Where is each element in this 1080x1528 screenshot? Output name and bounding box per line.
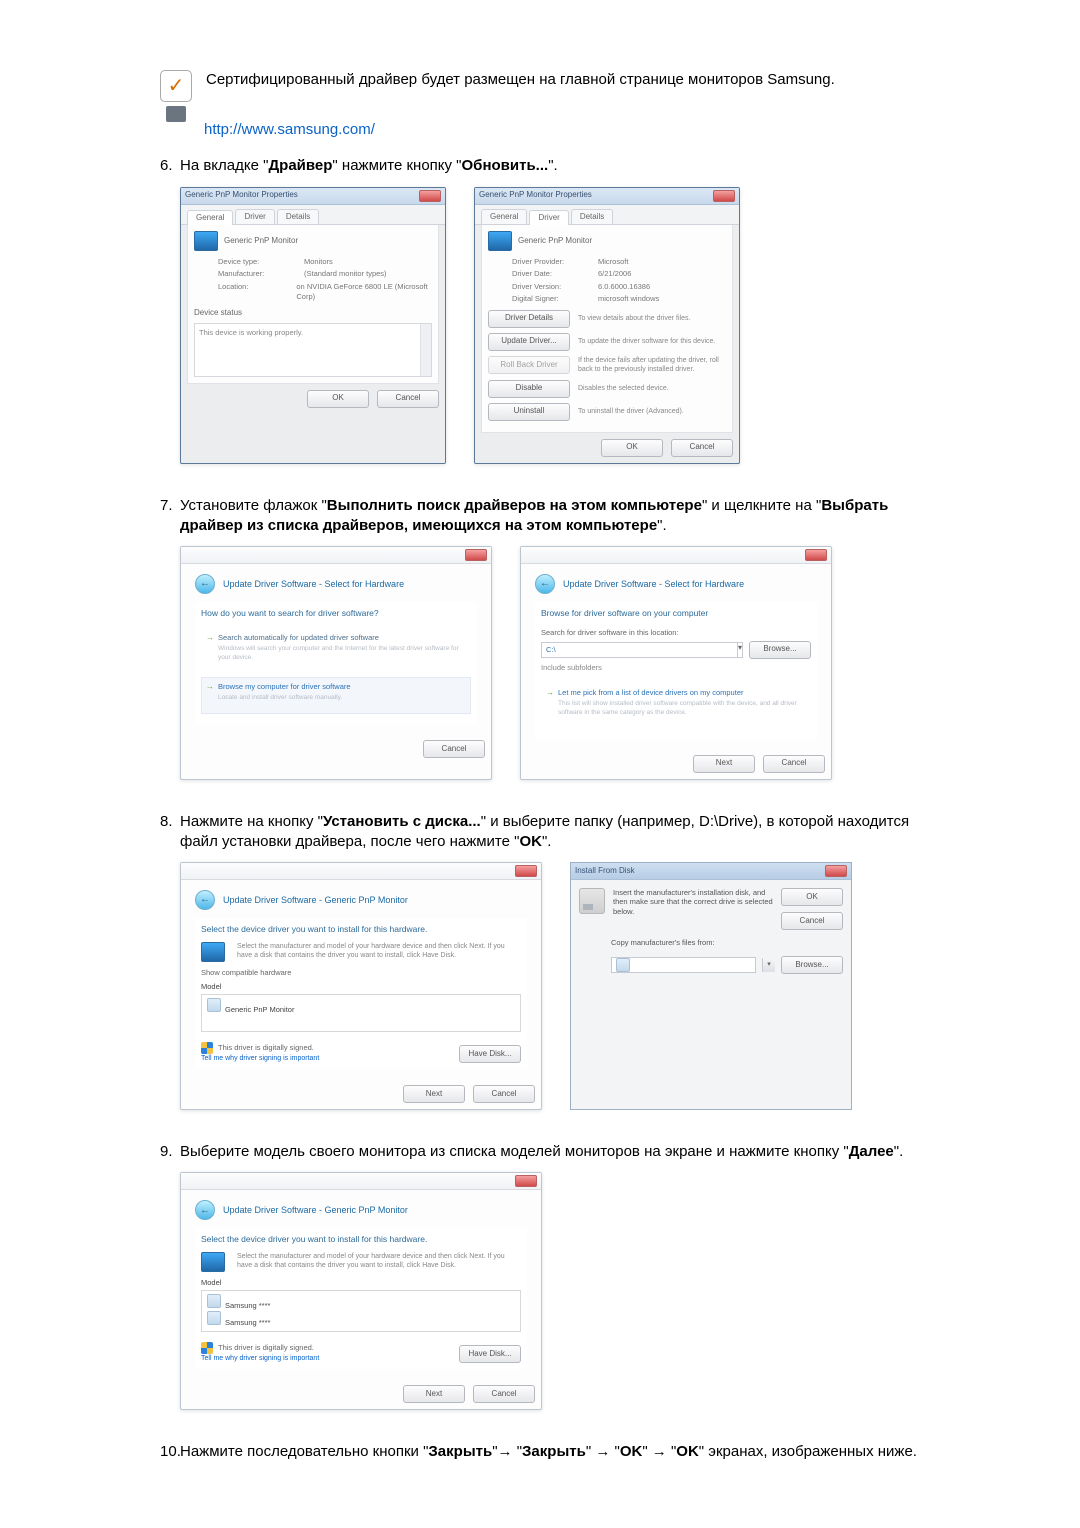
- dialog-title: Generic PnP Monitor Properties: [185, 190, 298, 201]
- have-disk-button[interactable]: Have Disk...: [459, 1045, 521, 1063]
- select-monitor-model-dialog: ← Update Driver Software - Generic PnP M…: [180, 1172, 542, 1410]
- close-icon[interactable]: [805, 549, 827, 561]
- back-icon[interactable]: ←: [535, 574, 555, 594]
- wizard-breadcrumb: Update Driver Software - Select for Hard…: [223, 578, 404, 590]
- close-icon[interactable]: [825, 865, 847, 877]
- samsung-url[interactable]: http://www.samsung.com/: [204, 121, 375, 138]
- disable-button[interactable]: Disable: [488, 380, 570, 398]
- dialog-title: Generic PnP Monitor Properties: [479, 190, 592, 201]
- close-icon[interactable]: [515, 1175, 537, 1187]
- monitor-properties-driver-dialog: Generic PnP Monitor Properties General D…: [474, 187, 740, 464]
- select-device-driver-dialog: ← Update Driver Software - Generic PnP M…: [180, 862, 542, 1110]
- cancel-button[interactable]: Cancel: [781, 912, 843, 930]
- model-list[interactable]: Samsung **** Samsung ****: [201, 1290, 521, 1332]
- device-heading: Generic PnP Monitor: [224, 236, 298, 247]
- step-8-text: Нажмите на кнопку "Установить с диска...…: [180, 812, 950, 853]
- wizard-heading: Select the device driver you want to ins…: [201, 924, 521, 935]
- tab-details[interactable]: Details: [571, 209, 613, 225]
- wizard-heading: How do you want to search for driver sof…: [201, 608, 471, 619]
- monitor-icon: [201, 1252, 225, 1272]
- cancel-button[interactable]: Cancel: [473, 1085, 535, 1103]
- close-icon[interactable]: [515, 865, 537, 877]
- step-10-text: Нажмите последовательно кнопки "Закрыть"…: [180, 1442, 950, 1462]
- have-disk-button[interactable]: Have Disk...: [459, 1345, 521, 1363]
- signing-info-link[interactable]: Tell me why driver signing is important: [201, 1055, 319, 1062]
- show-compatible-checkbox[interactable]: Show compatible hardware: [201, 968, 521, 978]
- pick-from-list-option[interactable]: Let me pick from a list of device driver…: [541, 683, 811, 729]
- dialog-title: Install From Disk: [575, 866, 635, 877]
- next-button[interactable]: Next: [403, 1085, 465, 1103]
- ok-button[interactable]: OK: [601, 439, 663, 457]
- step-6-text: На вкладке "Драйвер" нажмите кнопку "Обн…: [180, 156, 950, 176]
- monitor-icon: [194, 231, 218, 251]
- step-9-text: Выберите модель своего монитора из списк…: [180, 1142, 950, 1162]
- disk-icon: [579, 888, 605, 914]
- back-icon[interactable]: ←: [195, 890, 215, 910]
- wizard-breadcrumb: Update Driver Software - Generic PnP Mon…: [223, 1204, 408, 1216]
- driver-path-input[interactable]: C:\: [541, 642, 738, 658]
- tab-driver[interactable]: Driver: [529, 210, 568, 226]
- chevron-down-icon[interactable]: ▾: [762, 958, 775, 972]
- cancel-button[interactable]: Cancel: [763, 755, 825, 773]
- folder-icon: [616, 958, 630, 972]
- intro-text: Сертифицированный драйвер будет размещен…: [206, 70, 835, 90]
- monitor-icon: [207, 1294, 221, 1308]
- wizard-breadcrumb: Update Driver Software - Select for Hard…: [563, 578, 744, 590]
- step-7-text: Установите флажок "Выполнить поиск драйв…: [180, 496, 950, 537]
- monitor-icon: [488, 231, 512, 251]
- update-driver-search-dialog: ← Update Driver Software - Select for Ha…: [180, 546, 492, 779]
- tab-general[interactable]: General: [187, 210, 233, 226]
- driver-details-button[interactable]: Driver Details: [488, 310, 570, 328]
- ok-button[interactable]: OK: [781, 888, 843, 906]
- model-list[interactable]: Generic PnP Monitor: [201, 994, 521, 1032]
- monitor-icon: [201, 942, 225, 962]
- rollback-driver-button[interactable]: Roll Back Driver: [488, 356, 570, 374]
- scrollbar[interactable]: [420, 324, 431, 376]
- cancel-button[interactable]: Cancel: [377, 390, 439, 408]
- update-driver-browse-dialog: ← Update Driver Software - Select for Ha…: [520, 546, 832, 779]
- uninstall-button[interactable]: Uninstall: [488, 403, 570, 421]
- monitor-icon: [207, 998, 221, 1012]
- back-icon[interactable]: ←: [195, 574, 215, 594]
- next-button[interactable]: Next: [403, 1385, 465, 1403]
- computer-icon: [166, 106, 186, 122]
- next-button[interactable]: Next: [693, 755, 755, 773]
- browse-button[interactable]: Browse...: [781, 956, 843, 974]
- cancel-button[interactable]: Cancel: [473, 1385, 535, 1403]
- install-from-disk-dialog: Install From Disk Insert the manufacture…: [570, 862, 852, 1110]
- shield-icon: [201, 1042, 213, 1054]
- tab-driver[interactable]: Driver: [235, 209, 274, 225]
- close-icon[interactable]: [713, 190, 735, 202]
- device-heading: Generic PnP Monitor: [518, 236, 592, 247]
- certified-driver-icon: ✓: [160, 70, 196, 116]
- close-icon[interactable]: [419, 190, 441, 202]
- close-icon[interactable]: [465, 549, 487, 561]
- ok-button[interactable]: OK: [307, 390, 369, 408]
- back-icon[interactable]: ←: [195, 1200, 215, 1220]
- monitor-icon: [207, 1311, 221, 1325]
- device-status-box: This device is working properly.: [194, 323, 432, 377]
- include-subfolders-checkbox[interactable]: Include subfolders: [541, 663, 811, 673]
- wizard-heading: Browse for driver software on your compu…: [541, 608, 811, 619]
- search-auto-option[interactable]: Search automatically for updated driver …: [201, 628, 471, 674]
- signing-info-link[interactable]: Tell me why driver signing is important: [201, 1355, 319, 1362]
- monitor-properties-general-dialog: Generic PnP Monitor Properties General D…: [180, 187, 446, 464]
- device-status-label: Device status: [194, 308, 432, 319]
- chevron-down-icon[interactable]: ▾: [738, 642, 743, 658]
- wizard-heading: Select the device driver you want to ins…: [201, 1234, 521, 1245]
- shield-icon: [201, 1342, 213, 1354]
- browse-button[interactable]: Browse...: [749, 641, 811, 659]
- cancel-button[interactable]: Cancel: [671, 439, 733, 457]
- cancel-button[interactable]: Cancel: [423, 740, 485, 758]
- checkmark-icon: ✓: [160, 70, 192, 102]
- update-driver-button[interactable]: Update Driver...: [488, 333, 570, 351]
- tab-details[interactable]: Details: [277, 209, 319, 225]
- wizard-breadcrumb: Update Driver Software - Generic PnP Mon…: [223, 894, 408, 906]
- copy-from-input[interactable]: [611, 957, 756, 973]
- browse-computer-option[interactable]: Browse my computer for driver software L…: [201, 677, 471, 714]
- tab-general[interactable]: General: [481, 209, 527, 225]
